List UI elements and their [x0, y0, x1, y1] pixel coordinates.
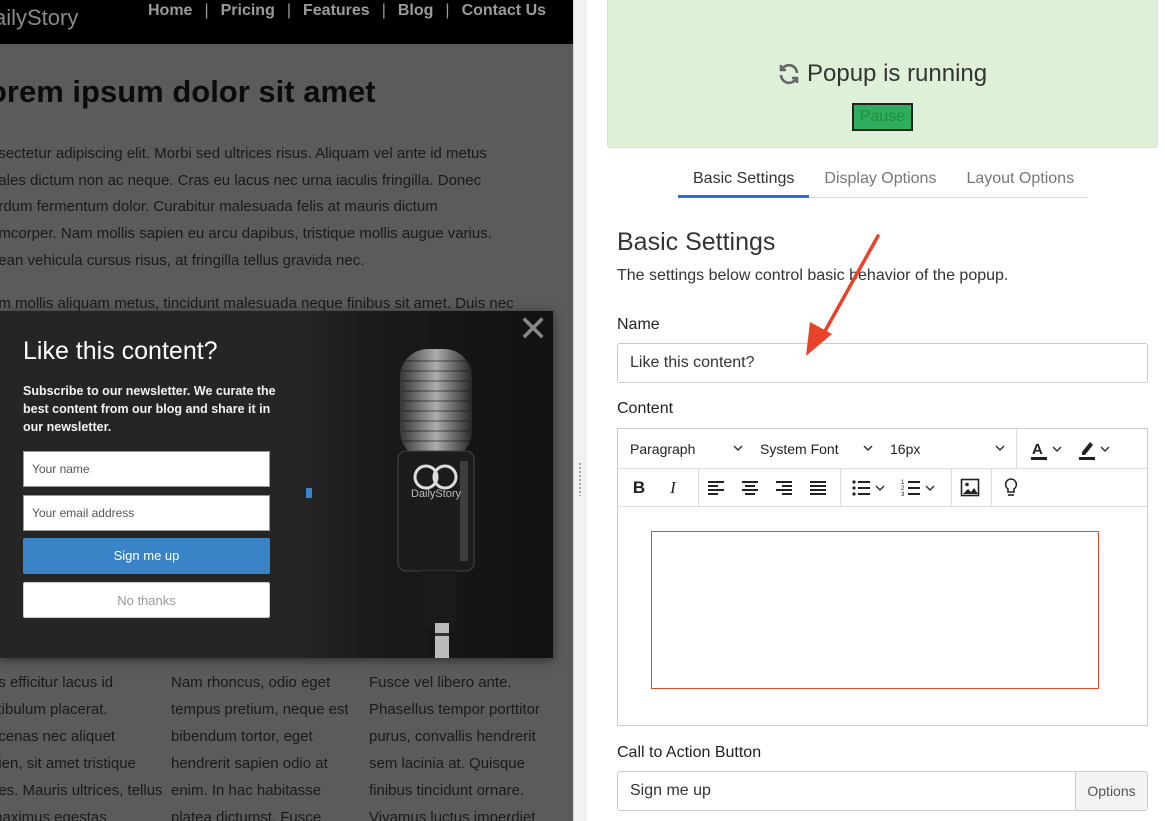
text-line: Nam rhoncus, odio eget: [171, 674, 331, 691]
editor-toolbar-bottom: B I 123: [618, 469, 1147, 507]
tab-display-options[interactable]: Display Options: [809, 160, 951, 198]
name-field-label: Name: [617, 316, 660, 333]
text-line: finibus tincidunt ornare.: [369, 782, 525, 799]
text-line: Vivamus luctus imperdiet: [369, 809, 536, 821]
nav-separator: |: [445, 2, 450, 19]
popup-email-input[interactable]: Your email address: [23, 495, 270, 531]
content-editor: Paragraph System Font 16px A B I 1 2 3: [617, 428, 1148, 726]
text-line: sem lacinia at. Quisque: [369, 755, 525, 772]
annotation-arrow: [806, 234, 880, 356]
status-message: Popup is running: [777, 60, 987, 88]
nav-link-contact[interactable]: Contact Us: [462, 2, 546, 20]
dailystory-logo-text: DailyStory: [410, 488, 462, 500]
nav-link-features[interactable]: Features: [303, 2, 370, 20]
settings-tabs: Basic Settings Display Options Layout Op…: [678, 160, 1087, 198]
lightbulb-icon[interactable]: [996, 469, 1026, 507]
article-paragraph: nsectetur adipiscing elit. Morbi sed ult…: [0, 141, 573, 275]
text-line: dales dictum non ac neque. Cras eu lacus…: [0, 171, 482, 189]
text-line: Phasellus tempor porttitor: [369, 701, 540, 718]
text-line: hendrerit sapien odio at: [171, 755, 328, 772]
nav-link-pricing[interactable]: Pricing: [221, 2, 275, 20]
svg-text:3: 3: [901, 492, 905, 498]
chevron-down-icon[interactable]: [922, 469, 938, 507]
site-nav-links: Home | Pricing | Features | Blog | Conta…: [148, 2, 546, 20]
cta-input[interactable]: Sign me up: [630, 772, 711, 810]
text-line: pes. Mauris ultrices, tellus: [0, 782, 163, 799]
align-center-icon[interactable]: [735, 469, 765, 507]
font-size-select[interactable]: 16px: [878, 429, 1012, 469]
text-line: nean vehicula cursus risus, at fringilla…: [0, 251, 365, 269]
text-line: nsectetur adipiscing elit. Morbi sed ult…: [0, 145, 487, 162]
nav-link-blog[interactable]: Blog: [398, 2, 434, 20]
status-text: Popup is running: [807, 60, 988, 87]
align-left-icon[interactable]: [701, 469, 731, 507]
site-logo: ailyStory: [0, 5, 79, 30]
text-line: bibendum tortor, eget: [171, 728, 313, 745]
pause-button[interactable]: Pause: [852, 103, 913, 131]
popup-signup-button[interactable]: Sign me up: [23, 538, 270, 574]
nav-link-home[interactable]: Home: [148, 2, 192, 20]
editor-content-area[interactable]: [651, 531, 1099, 689]
text-line: stibulum placerat.: [0, 701, 108, 718]
text-line: erdum fermentum dolor. Curabitur malesua…: [0, 198, 438, 216]
toolbar-divider: [698, 469, 699, 507]
text-line: as efficitur lacus id: [0, 674, 114, 691]
article-column: Nam rhoncus, odio eget tempus pretium, n…: [171, 669, 366, 821]
align-right-icon[interactable]: [769, 469, 799, 507]
font-family-value: System Font: [760, 441, 839, 457]
svg-text:A: A: [1032, 441, 1043, 458]
pane-splitter[interactable]: [573, 0, 586, 821]
text-line: platea dictumst. Fusce: [171, 809, 322, 821]
popup-name-input[interactable]: Your name: [23, 451, 270, 487]
toolbar-divider: [951, 469, 952, 507]
popup-no-thanks-button[interactable]: No thanks: [23, 582, 270, 618]
text-line: maximus egestas: [0, 809, 107, 821]
splitter-grip-icon[interactable]: [578, 462, 582, 496]
chevron-down-icon[interactable]: [1096, 430, 1114, 468]
app-root: ailyStory Home | Pricing | Features | Bl…: [0, 0, 1165, 821]
tab-layout-options[interactable]: Layout Options: [951, 160, 1089, 198]
insert-image-icon[interactable]: [955, 469, 985, 507]
content-field-label: Content: [617, 400, 674, 417]
newsletter-popup: DailyStory ✕ Like this content? Subscrib…: [0, 311, 553, 658]
font-family-select[interactable]: System Font: [748, 429, 880, 469]
text-line: amcorper. Nam mollis sapien eu arcu dapi…: [0, 225, 492, 243]
toolbar-divider: [1016, 429, 1017, 469]
editor-toolbar-top: Paragraph System Font 16px A: [618, 429, 1147, 469]
popup-preview-pane: ailyStory Home | Pricing | Features | Bl…: [0, 0, 573, 821]
text-line: purus, convallis hendrerit: [369, 728, 536, 745]
refresh-icon: [779, 63, 799, 85]
cta-input-group: Sign me up Options: [617, 771, 1148, 811]
popup-close-icon[interactable]: ✕: [518, 311, 548, 349]
nav-separator: |: [286, 2, 291, 19]
nav-separator: |: [381, 2, 386, 19]
chevron-down-icon[interactable]: [1048, 430, 1066, 468]
toolbar-divider: [840, 469, 841, 507]
align-justify-icon[interactable]: [803, 469, 833, 507]
article-column: as efficitur lacus id stibulum placerat.…: [0, 669, 170, 821]
popup-description: Subscribe to our newsletter. We curate t…: [23, 384, 276, 434]
text-line: enim. In hac habitasse: [171, 782, 322, 799]
chevron-down-icon[interactable]: [872, 469, 888, 507]
text-line: tempus pretium, neque est: [171, 701, 349, 718]
bold-icon[interactable]: B: [624, 469, 654, 507]
font-size-value: 16px: [890, 441, 921, 457]
popup-title: Like this content?: [23, 337, 218, 365]
nav-separator: |: [204, 2, 209, 19]
text-line: Fusce vel libero ante.: [369, 674, 512, 691]
cta-options-button[interactable]: Options: [1075, 772, 1147, 810]
site-navbar: ailyStory Home | Pricing | Features | Bl…: [0, 0, 573, 44]
text-line: ecenas nec aliquet: [0, 728, 116, 745]
block-format-select[interactable]: Paragraph: [618, 429, 750, 469]
text-line: pien, sit amet tristique: [0, 755, 136, 772]
article-title: orem ipsum dolor sit amet: [0, 74, 376, 109]
block-format-value: Paragraph: [630, 441, 696, 457]
article-column: Fusce vel libero ante. Phasellus tempor …: [369, 669, 564, 821]
italic-icon[interactable]: I: [658, 469, 688, 507]
tiny-marker-icon: [306, 488, 312, 498]
cta-field-label: Call to Action Button: [617, 744, 762, 761]
tab-basic-settings[interactable]: Basic Settings: [678, 160, 810, 198]
section-title: Basic Settings: [617, 228, 776, 256]
toolbar-divider: [991, 469, 992, 507]
